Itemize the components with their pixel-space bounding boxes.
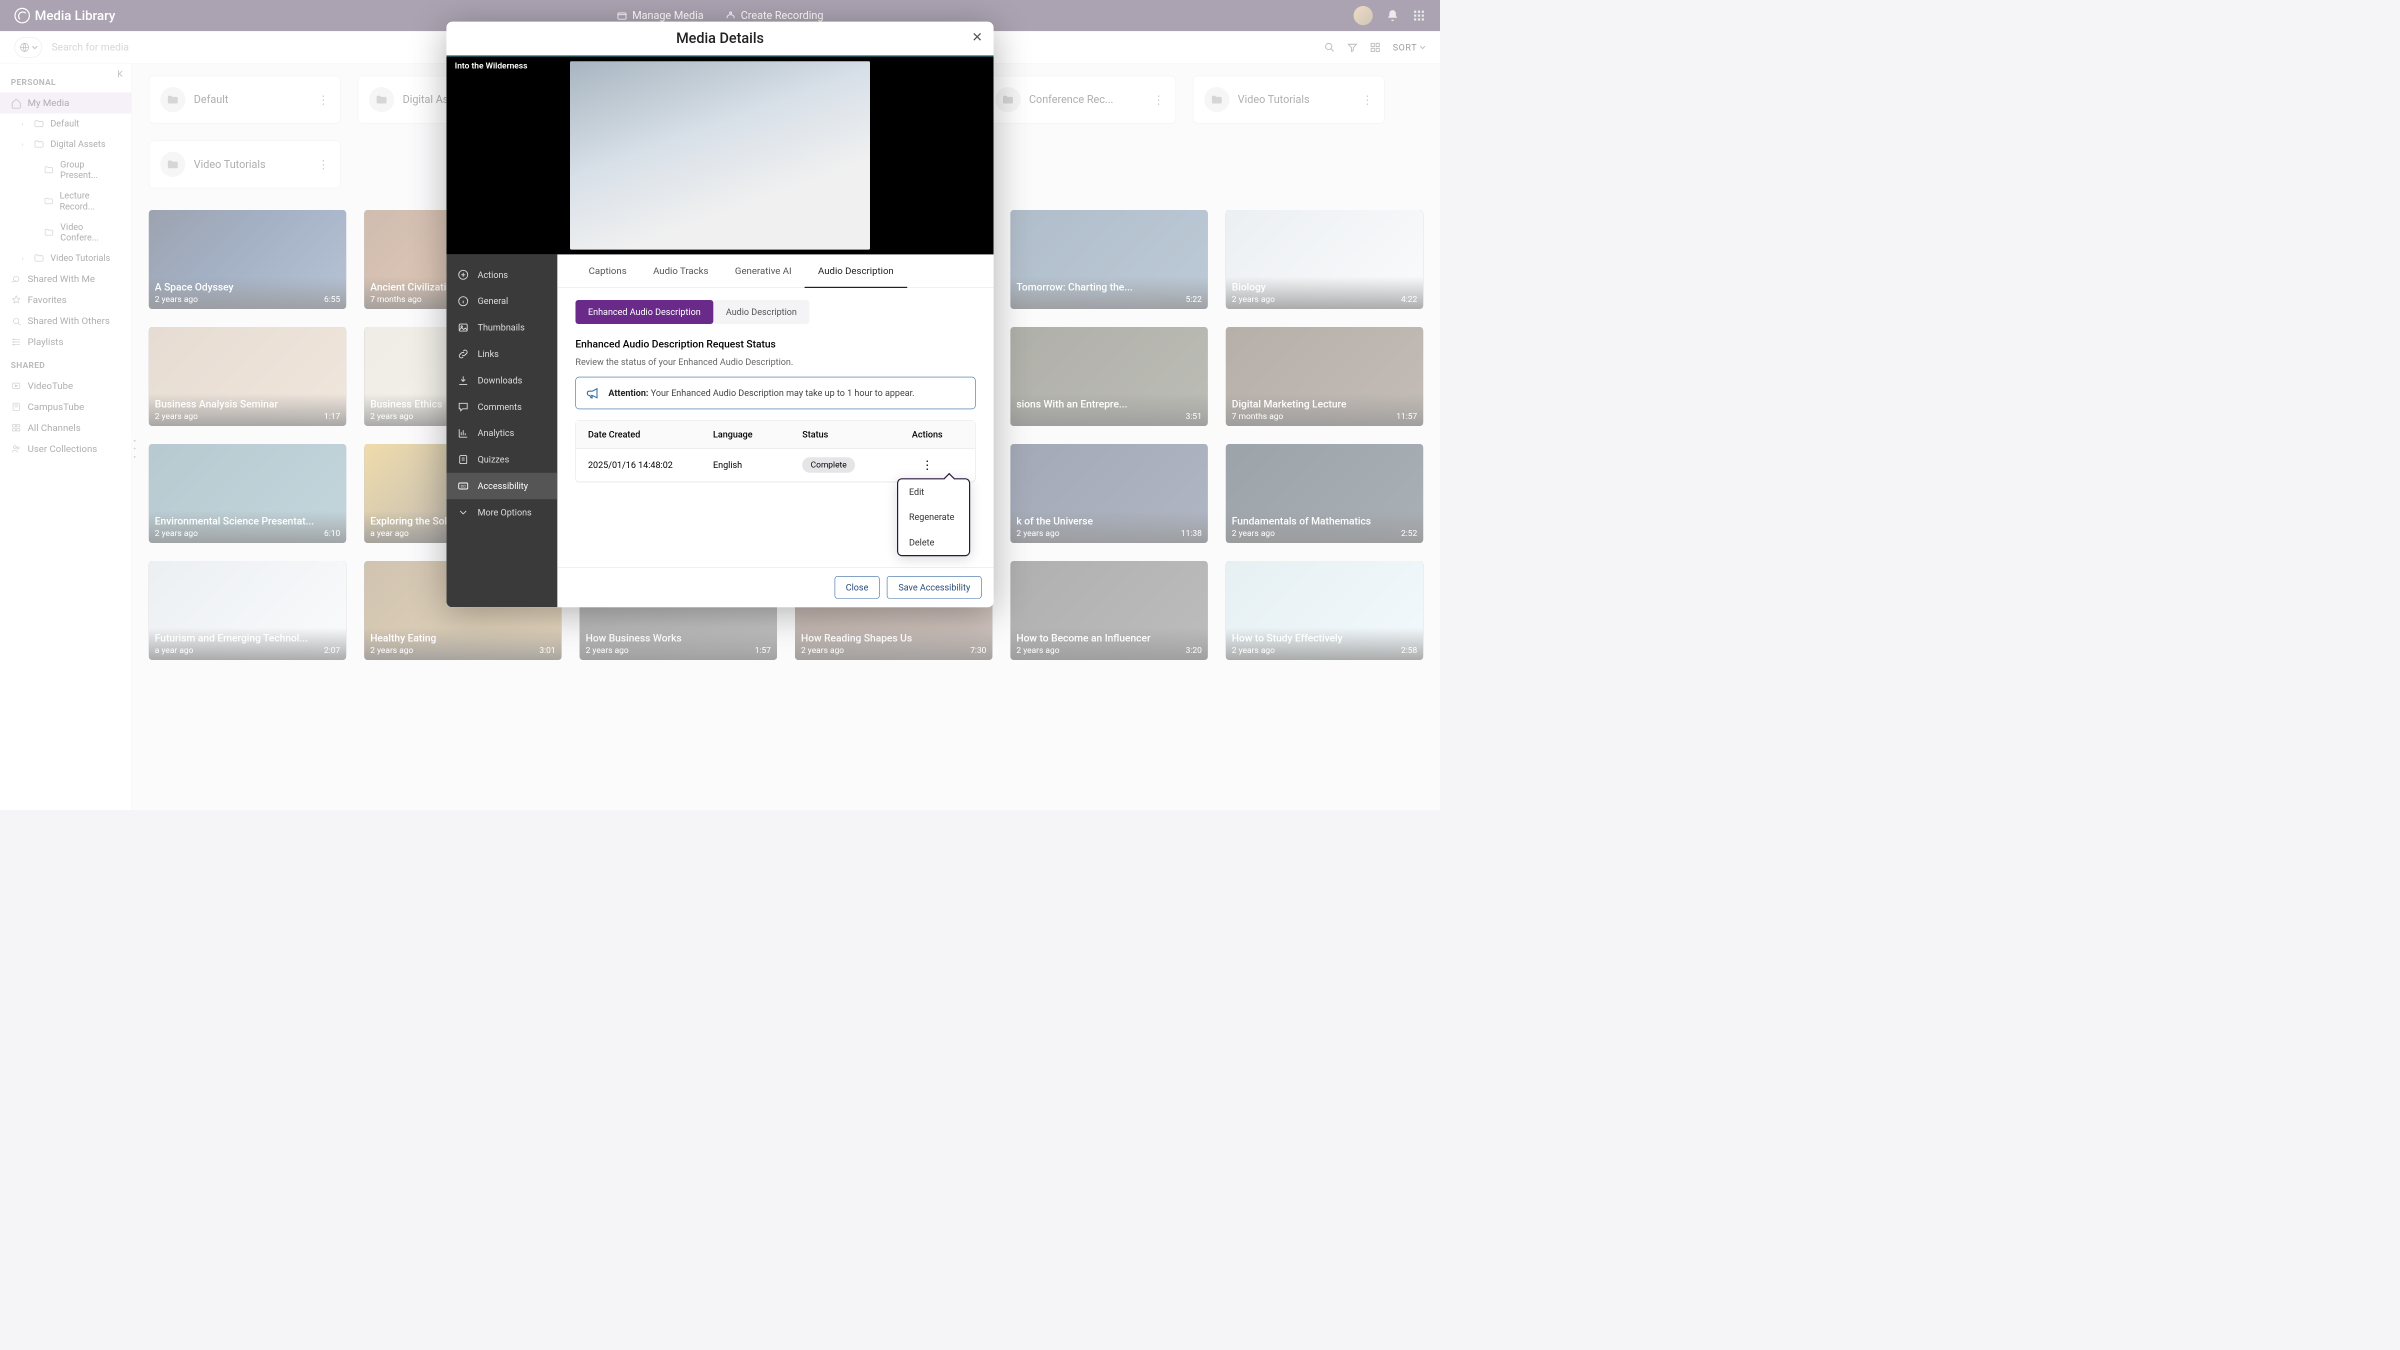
modal-nav-item[interactable]: Analytics [446, 420, 557, 446]
modal-nav-item[interactable]: Downloads [446, 367, 557, 393]
modal-nav-item[interactable]: Quizzes [446, 446, 557, 472]
save-accessibility-button[interactable]: Save Accessibility [887, 576, 982, 599]
comment-icon [457, 401, 469, 413]
col-actions: Actions [892, 429, 963, 440]
modal-title: Media Details [455, 30, 985, 47]
cell-date: 2025/01/16 14:48:02 [588, 460, 713, 471]
media-details-modal: Media Details ✕ Into the Wilderness Acti… [446, 22, 993, 608]
modal-video-preview[interactable]: Into the Wilderness [446, 55, 993, 254]
modal-footer: Close Save Accessibility [557, 567, 993, 607]
chart-icon [457, 427, 469, 439]
subtab[interactable]: Generative AI [722, 254, 805, 287]
modal-backdrop: Media Details ✕ Into the Wilderness Acti… [0, 0, 1440, 810]
quiz-icon [457, 454, 469, 466]
col-date: Date Created [588, 429, 713, 440]
modal-header: Media Details ✕ [446, 22, 993, 56]
accessibility-subtabs: CaptionsAudio TracksGenerative AIAudio D… [557, 254, 993, 288]
row-actions-button[interactable]: ⋮ [921, 458, 933, 472]
image-icon [457, 322, 469, 334]
video-thumbnail [570, 61, 870, 249]
download-icon [457, 374, 469, 386]
status-description: Review the status of your Enhanced Audio… [557, 354, 993, 377]
audio-description-pill[interactable]: Audio Description [713, 300, 809, 324]
info-icon [457, 295, 469, 307]
modal-nav-item[interactable]: General [446, 288, 557, 314]
col-status: Status [802, 429, 891, 440]
table-header-row: Date Created Language Status Actions [576, 421, 975, 449]
subtab[interactable]: Captions [575, 254, 639, 287]
status-table: Date Created Language Status Actions 202… [575, 420, 975, 482]
megaphone-icon [586, 386, 600, 400]
modal-body: ActionsGeneralThumbnailsLinksDownloadsCo… [446, 254, 993, 607]
link-icon [457, 348, 469, 360]
modal-side-nav: ActionsGeneralThumbnailsLinksDownloadsCo… [446, 254, 557, 607]
description-mode-pills: Enhanced Audio Description Audio Descrip… [557, 288, 993, 330]
modal-nav-item[interactable]: Thumbnails [446, 314, 557, 340]
modal-main-panel: CaptionsAudio TracksGenerative AIAudio D… [557, 254, 993, 607]
close-button[interactable]: Close [834, 576, 879, 599]
modal-nav-item[interactable]: CCAccessibility [446, 473, 557, 499]
cell-language: English [713, 460, 802, 471]
modal-nav-item[interactable]: Links [446, 341, 557, 367]
subtab[interactable]: Audio Tracks [640, 254, 722, 287]
dropdown-delete[interactable]: Delete [898, 530, 969, 555]
dropdown-edit[interactable]: Edit [898, 479, 969, 504]
video-title-overlay: Into the Wilderness [455, 61, 528, 71]
modal-nav-item[interactable]: More Options [446, 499, 557, 525]
status-badge: Complete [802, 457, 855, 473]
dropdown-regenerate[interactable]: Regenerate [898, 505, 969, 530]
enhanced-audio-description-pill[interactable]: Enhanced Audio Description [575, 300, 713, 324]
svg-text:CC: CC [461, 484, 467, 489]
attention-alert: Attention: Your Enhanced Audio Descripti… [575, 377, 975, 409]
col-language: Language [713, 429, 802, 440]
cc-icon: CC [457, 480, 469, 492]
modal-nav-item[interactable]: Actions [446, 262, 557, 288]
chevdown-icon [457, 506, 469, 518]
row-actions-dropdown: Edit Regenerate Delete [897, 478, 970, 556]
table-row: 2025/01/16 14:48:02 English Complete ⋮ E… [576, 449, 975, 482]
status-heading: Enhanced Audio Description Request Statu… [557, 330, 993, 354]
modal-nav-item[interactable]: Comments [446, 394, 557, 420]
plus-icon [457, 269, 469, 281]
subtab[interactable]: Audio Description [805, 254, 907, 287]
modal-close-button[interactable]: ✕ [972, 30, 983, 45]
